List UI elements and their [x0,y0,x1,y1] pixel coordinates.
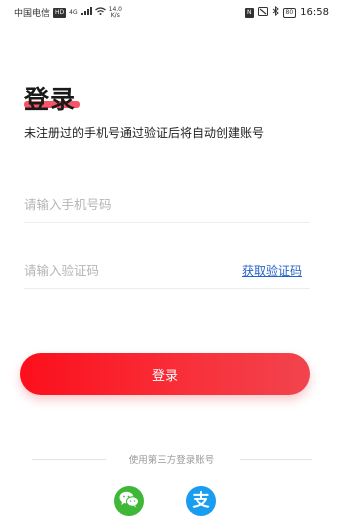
login-title-group: 登录 [24,80,80,116]
alipay-login-button[interactable]: 支 [186,486,216,516]
wifi-icon [94,7,106,18]
carrier-name: 中国电信 [14,9,51,19]
phone-input[interactable] [24,192,214,216]
signal-icon [80,7,92,18]
network-speed-unit: K/s [110,11,120,19]
clock: 16:58 [300,7,329,18]
network-speed: 14.0 K/s [109,6,122,19]
wechat-icon [119,491,139,512]
page-title: 登录 [24,85,77,114]
code-field-row: 获取验证码 [24,258,310,289]
third-party-divider: 使用第三方登录账号 [0,452,343,466]
battery-icon: 80 [282,7,297,18]
mute-icon [257,6,268,19]
network-type: 4G [69,8,78,16]
login-button[interactable]: 登录 [20,353,310,395]
hd-badge: HD [53,7,67,18]
status-bar-right: N 80 16:58 [245,5,329,19]
nfc-icon: N [245,7,254,18]
phone-field-row [24,192,310,223]
alipay-icon: 支 [192,490,210,511]
get-code-link[interactable]: 获取验证码 [242,262,302,279]
status-bar: 中国电信 HD 4G 14.0 K/s N 80 16:58 [0,0,343,24]
divider-line-right [240,459,312,460]
wechat-login-button[interactable] [114,486,144,516]
status-bar-left: 中国电信 HD 4G 14.0 K/s [14,6,122,19]
verification-code-input[interactable] [24,258,214,282]
login-hint: 未注册过的手机号通过验证后将自动创建账号 [24,126,265,140]
bluetooth-icon [272,5,279,19]
